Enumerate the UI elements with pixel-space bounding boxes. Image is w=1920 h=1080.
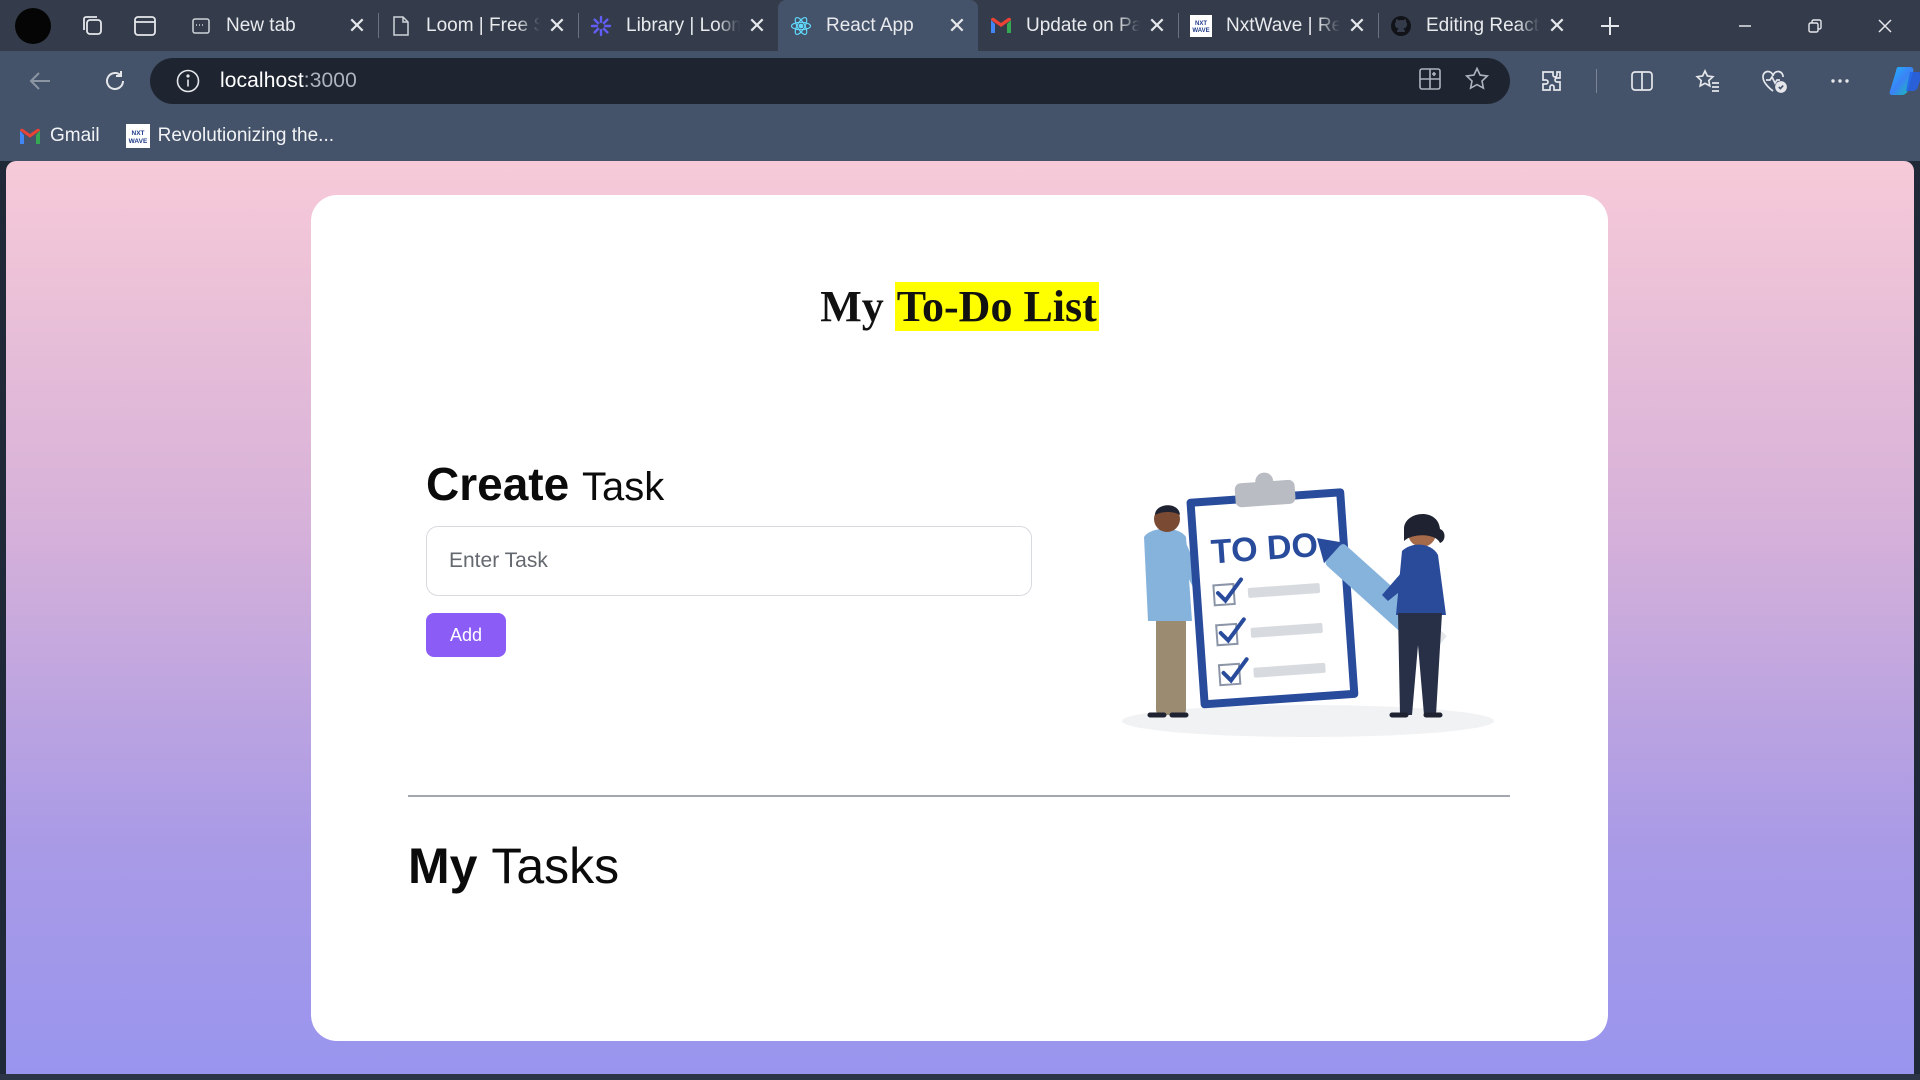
todo-illustration: TO DO: [1122, 472, 1494, 737]
svg-text:WAVE: WAVE: [128, 138, 147, 145]
favorite-star-icon[interactable]: [1464, 66, 1490, 97]
new-tab-button[interactable]: [1590, 6, 1630, 46]
nxtwave-icon: NXT WAVE: [1190, 14, 1212, 37]
restore-icon[interactable]: [1780, 0, 1850, 51]
tab-new-tab[interactable]: New tab ✕: [178, 0, 378, 51]
gmail-icon: [990, 15, 1012, 37]
window-controls: [1710, 0, 1920, 51]
tab-title: Update on Pa: [1026, 14, 1140, 36]
url-text[interactable]: localhost:3000: [220, 69, 357, 93]
vertical-tabs-icon[interactable]: [126, 7, 164, 45]
browser-essentials-icon[interactable]: [1753, 60, 1795, 102]
illustration-todo-text: TO DO: [1210, 526, 1319, 571]
close-icon[interactable]: ✕: [1146, 13, 1168, 38]
app-available-icon[interactable]: [1418, 67, 1442, 96]
tab-react-app[interactable]: React App ✕: [778, 0, 978, 51]
title-prefix: My: [820, 282, 884, 331]
create-heading-light: Task: [581, 465, 665, 509]
minimize-icon[interactable]: [1710, 0, 1780, 51]
window-close-icon[interactable]: [1850, 0, 1920, 51]
svg-text:NXT: NXT: [1195, 21, 1207, 27]
newtab-icon: [190, 15, 212, 37]
page-title: My To-Do List: [311, 281, 1608, 332]
bookmark-gmail[interactable]: Gmail: [18, 124, 100, 148]
clipboard-graphic: TO DO: [1186, 472, 1359, 709]
page-viewport: My To-Do List Create Task Add: [6, 161, 1914, 1074]
more-options-icon[interactable]: [1819, 60, 1861, 102]
refresh-icon[interactable]: [93, 59, 137, 103]
tasks-heading-light: Tasks: [491, 838, 620, 894]
split-screen-icon[interactable]: [1621, 60, 1663, 102]
create-heading-bold: Create: [426, 458, 570, 510]
tasks-heading-bold: My: [408, 838, 478, 894]
loom-icon: [590, 15, 612, 37]
tab-loom-free[interactable]: Loom | Free Screen ✕: [378, 0, 578, 51]
gmail-icon: [18, 124, 42, 148]
tab-title: New tab: [226, 14, 296, 36]
tab-title: React App: [826, 14, 914, 36]
svg-text:NXT: NXT: [131, 130, 144, 137]
tab-title: Editing React: [1426, 14, 1540, 36]
copilot-icon[interactable]: [1885, 60, 1920, 102]
close-icon[interactable]: ✕: [346, 13, 368, 38]
back-icon[interactable]: [19, 59, 63, 103]
address-toolbar: localhost:3000: [0, 51, 1920, 111]
favorites-icon[interactable]: [1687, 60, 1729, 102]
title-highlight: To-Do List: [894, 282, 1099, 331]
svg-text:WAVE: WAVE: [1192, 28, 1209, 34]
close-icon[interactable]: ✕: [946, 13, 968, 38]
close-icon[interactable]: ✕: [546, 13, 568, 38]
add-button[interactable]: Add: [426, 613, 506, 657]
tab-title: Loom | Free Screen: [426, 14, 540, 36]
bookmark-label: Gmail: [50, 125, 100, 146]
taskbar-edge: [0, 1074, 1920, 1080]
react-icon: [790, 15, 812, 37]
section-divider: [408, 795, 1510, 797]
page-icon: [390, 15, 412, 37]
tab-bar: New tab ✕ Loom | Free Screen ✕ Library |…: [0, 0, 1920, 51]
create-task-heading: Create Task: [426, 457, 664, 511]
extensions-icon[interactable]: [1530, 60, 1572, 102]
tab-github-editing[interactable]: Editing React ✕: [1378, 0, 1578, 51]
close-icon[interactable]: ✕: [1346, 13, 1368, 38]
tab-gmail-update[interactable]: Update on Pa ✕: [978, 0, 1178, 51]
github-icon: [1390, 15, 1412, 37]
bookmarks-bar: Gmail NXT WAVE Revolutionizing the...: [0, 111, 1920, 161]
nxtwave-icon: NXT WAVE: [125, 124, 150, 148]
tab-nxtwave[interactable]: NXT WAVE NxtWave | Re ✕: [1178, 0, 1378, 51]
close-icon[interactable]: ✕: [746, 13, 768, 38]
profile-avatar[interactable]: [15, 7, 51, 44]
bookmark-nxtwave[interactable]: NXT WAVE Revolutionizing the...: [125, 124, 335, 148]
close-icon[interactable]: ✕: [1546, 13, 1568, 38]
task-input[interactable]: [426, 526, 1032, 596]
site-info-icon[interactable]: [174, 67, 202, 95]
tab-title: NxtWave | Re: [1226, 14, 1340, 36]
toolbar-divider: [1596, 69, 1597, 93]
tab-loom-library[interactable]: Library | Loom ✕: [578, 0, 778, 51]
my-tasks-heading: My Tasks: [408, 837, 619, 895]
tab-title: Library | Loom: [626, 14, 740, 36]
bookmark-label: Revolutionizing the...: [157, 125, 335, 146]
workspaces-icon[interactable]: [74, 7, 112, 45]
todo-card: My To-Do List Create Task Add: [311, 195, 1608, 1041]
address-bar[interactable]: localhost:3000: [150, 58, 1510, 104]
